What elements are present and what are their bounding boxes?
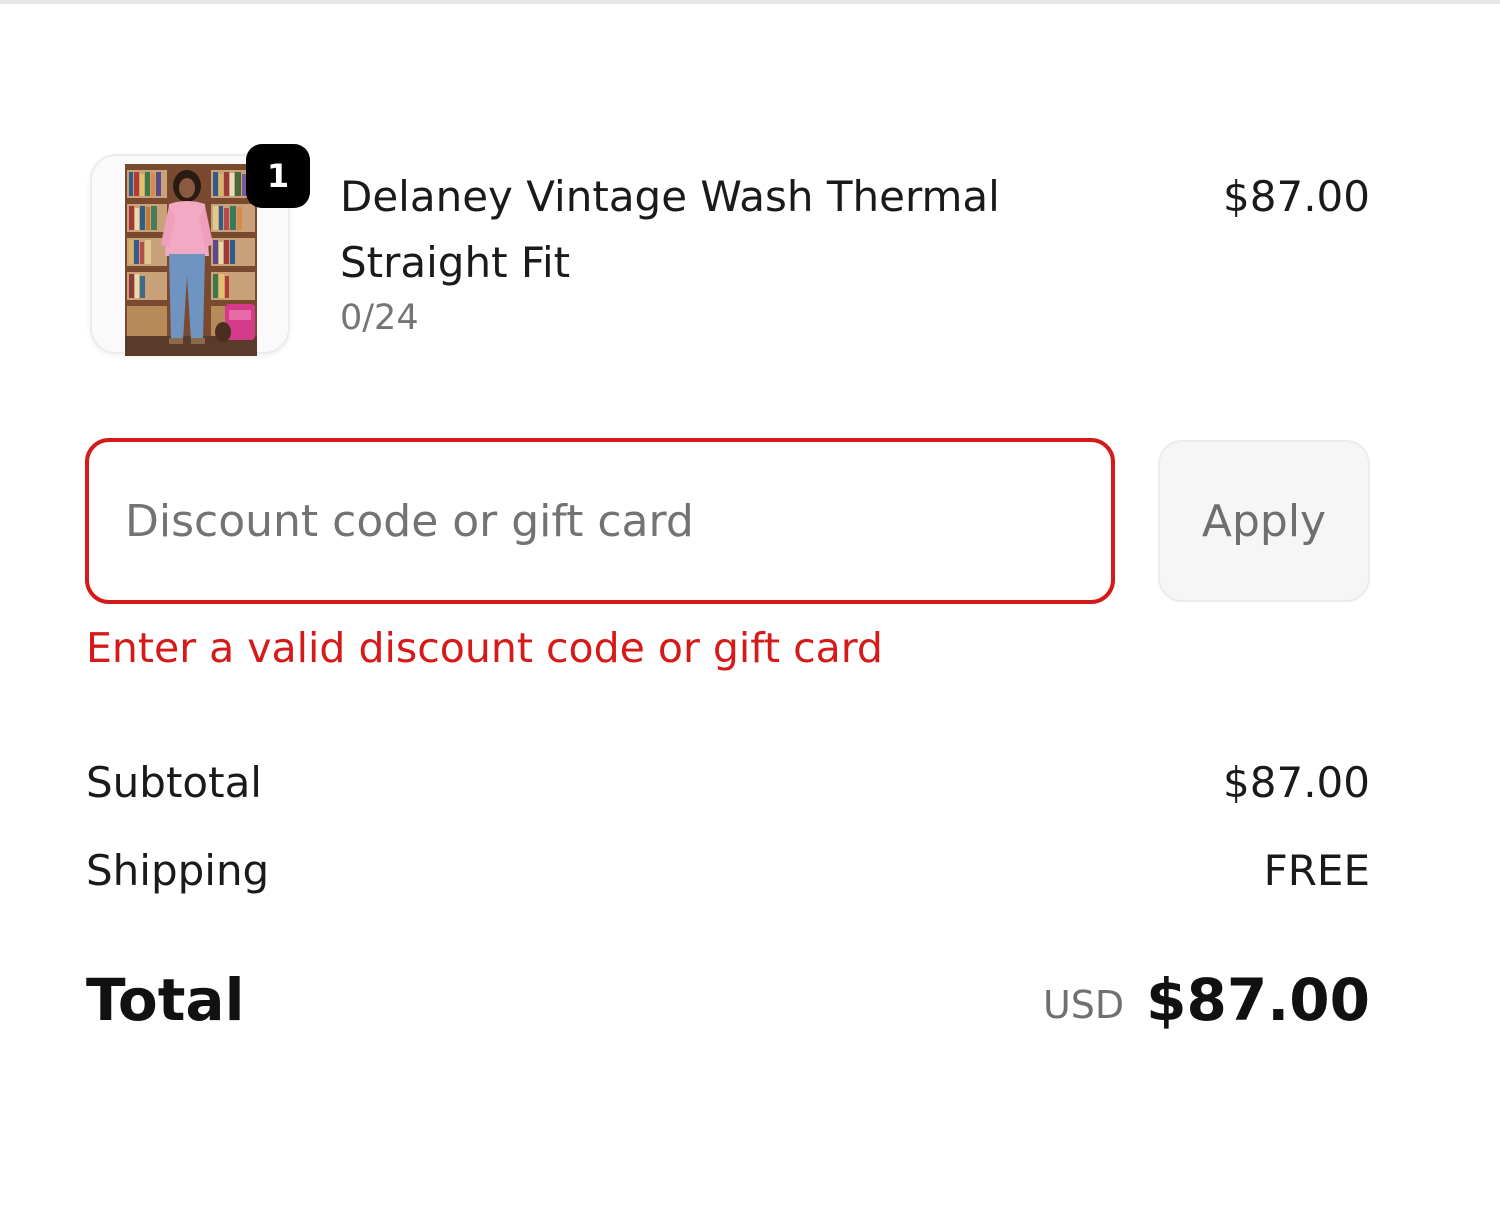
discount-code-input[interactable] — [85, 438, 1115, 604]
shipping-row: Shipping FREE — [86, 846, 1370, 906]
apply-discount-button[interactable]: Apply — [1158, 440, 1370, 602]
total-label: Total — [86, 966, 245, 1034]
currency-code: USD — [1042, 983, 1125, 1027]
quantity-badge: 1 — [246, 144, 310, 208]
product-image — [125, 164, 257, 356]
product-price: $87.00 — [1223, 172, 1370, 221]
discount-error-message: Enter a valid discount code or gift card — [86, 624, 883, 672]
shipping-value: FREE — [1263, 846, 1370, 895]
line-item: 1 Delaney Vintage Wash Thermal Straight … — [90, 144, 1370, 364]
total-amount-group: USD $87.00 — [1043, 966, 1370, 1034]
product-thumbnail: 1 — [90, 144, 310, 356]
subtotal-label: Subtotal — [86, 758, 262, 807]
product-title: Delaney Vintage Wash Thermal Straight Fi… — [340, 172, 1000, 287]
product-variant: 0/24 — [340, 298, 419, 338]
subtotal-value: $87.00 — [1223, 758, 1370, 807]
shipping-label: Shipping — [86, 846, 270, 895]
total-value: $87.00 — [1146, 966, 1370, 1034]
subtotal-row: Subtotal $87.00 — [86, 758, 1370, 818]
order-summary: 1 Delaney Vintage Wash Thermal Straight … — [0, 0, 1500, 1227]
total-row: Total USD $87.00 — [86, 966, 1370, 1046]
